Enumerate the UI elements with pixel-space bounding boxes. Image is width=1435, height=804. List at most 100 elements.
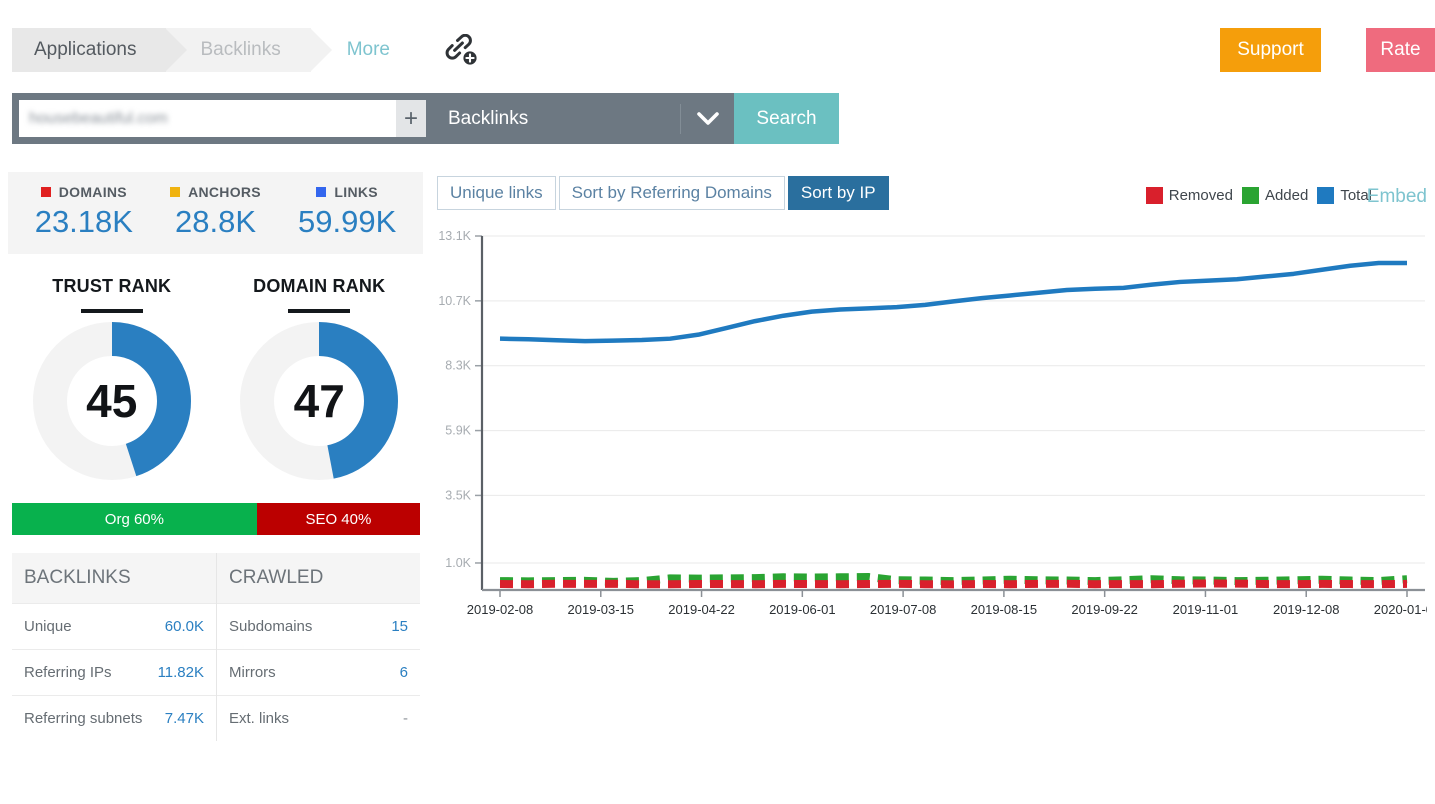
svg-text:2019-11-01: 2019-11-01 (1173, 602, 1239, 617)
svg-text:8.3K: 8.3K (445, 359, 471, 373)
stats-table: BACKLINKS Unique 60.0K Referring IPs 11.… (12, 553, 420, 741)
sort-by-referring-domains-button[interactable]: Sort by Referring Domains (558, 176, 785, 210)
metric-label: LINKS (334, 184, 378, 200)
breadcrumb-item-applications[interactable]: Applications (12, 28, 188, 72)
svg-text:2019-07-08: 2019-07-08 (870, 602, 937, 617)
chevron-down-icon[interactable] (682, 93, 734, 144)
svg-text:2020-01-09: 2020-01-09 (1374, 602, 1427, 617)
row-label: Referring IPs (24, 664, 112, 681)
rank-gauges: TRUST RANK 45 DOMAIN RANK 47 (8, 254, 423, 481)
domain-rank-gauge: DOMAIN RANK 47 (216, 276, 424, 481)
chain-link-plus-icon[interactable] (438, 28, 484, 72)
metric-label: DOMAINS (58, 184, 127, 200)
metric-value: 59.99K (298, 204, 397, 239)
rank-value: 47 (293, 375, 345, 427)
seo-share: SEO 40% (256, 503, 420, 535)
stats-header: CRAWLED (217, 553, 420, 603)
table-row: Unique 60.0K (12, 603, 216, 649)
table-row: Referring IPs 11.82K (12, 649, 216, 695)
row-label: Subdomains (229, 618, 313, 635)
breadcrumb: Applications Backlinks More (12, 28, 408, 72)
metric-value: 23.18K (34, 204, 133, 239)
row-value: - (403, 710, 408, 727)
svg-text:13.1K: 13.1K (438, 229, 471, 243)
row-label: Ext. links (229, 710, 290, 727)
unique-links-button[interactable]: Unique links (437, 176, 556, 210)
left-panel: DOMAINS 23.18K ANCHORS 28.8K LINKS 59.99… (8, 172, 423, 741)
metric-links: LINKS 59.99K (281, 184, 413, 240)
search-divider (680, 103, 681, 134)
svg-text:2019-02-08: 2019-02-08 (467, 602, 534, 617)
breadcrumb-label: Backlinks (200, 39, 281, 60)
svg-text:2019-06-01: 2019-06-01 (769, 602, 836, 617)
svg-text:1.0K: 1.0K (445, 556, 471, 570)
trust-rank-donut: 45 (32, 321, 192, 481)
svg-text:3.5K: 3.5K (445, 488, 471, 502)
breadcrumb-label: More (346, 39, 390, 60)
svg-text:5.9K: 5.9K (445, 424, 471, 438)
rank-title: DOMAIN RANK (253, 276, 386, 296)
legend-label: Added (1264, 187, 1309, 204)
links-color-swatch (316, 187, 327, 197)
top-bar: Applications Backlinks More Support Rate (0, 0, 1435, 80)
metric-anchors: ANCHORS 28.8K (150, 184, 282, 240)
svg-text:2019-04-22: 2019-04-22 (668, 602, 735, 617)
sort-by-ip-button[interactable]: Sort by IP (787, 176, 889, 210)
legend-label: Removed (1168, 187, 1233, 204)
metric-domains: DOMAINS 23.18K (18, 184, 150, 240)
row-value[interactable]: 60.0K (165, 618, 204, 635)
search-mode-label: Backlinks (448, 107, 529, 129)
total-color-swatch (1317, 187, 1335, 204)
search-bar: + Backlinks Search (12, 93, 839, 144)
chart-toolbar: Unique links Sort by Referring Domains S… (437, 176, 1427, 210)
row-value[interactable]: 7.47K (165, 710, 204, 727)
removed-color-swatch (1145, 187, 1163, 204)
backlinks-timeseries-chart: 1.0K 3.5K 5.9K 8.3K 10.7K 13.1K 2019-02-08 2019… (437, 228, 1435, 628)
chart-legend: Removed Added Total (1145, 187, 1372, 204)
table-row: Ext. links - (217, 695, 420, 741)
support-button[interactable]: Support (1220, 28, 1321, 72)
svg-text:2019-03-15: 2019-03-15 (568, 602, 635, 617)
add-domain-button[interactable]: + (396, 100, 426, 137)
stats-column-backlinks: BACKLINKS Unique 60.0K Referring IPs 11.… (12, 553, 216, 741)
metric-value: 28.8K (175, 204, 257, 239)
row-value[interactable]: 15 (391, 618, 408, 635)
legend-item-total[interactable]: Total (1317, 187, 1372, 204)
added-color-swatch (1241, 187, 1259, 204)
rate-button[interactable]: Rate (1366, 28, 1435, 72)
rank-title: TRUST RANK (52, 276, 172, 296)
row-label: Mirrors (229, 664, 276, 681)
metrics-summary: DOMAINS 23.18K ANCHORS 28.8K LINKS 59.99… (8, 172, 423, 254)
svg-text:10.7K: 10.7K (438, 294, 471, 308)
domain-rank-donut: 47 (239, 321, 399, 481)
svg-text:2019-09-22: 2019-09-22 (1071, 602, 1138, 617)
table-row: Subdomains 15 (217, 603, 420, 649)
trust-rank-gauge: TRUST RANK 45 (8, 276, 216, 481)
search-input[interactable] (19, 100, 396, 137)
row-value[interactable]: 6 (400, 664, 408, 681)
rank-underline (288, 309, 351, 313)
chart-area: Unique links Sort by Referring Domains S… (437, 176, 1435, 646)
search-button[interactable]: Search (734, 93, 839, 144)
org-seo-split-bar: Org 60% SEO 40% (12, 503, 420, 535)
legend-item-added[interactable]: Added (1241, 187, 1309, 204)
embed-link[interactable]: Embed (1367, 186, 1427, 208)
breadcrumb-item-backlinks[interactable]: Backlinks (166, 28, 332, 72)
stats-header: BACKLINKS (12, 553, 216, 603)
table-row: Mirrors 6 (217, 649, 420, 695)
rank-underline (80, 309, 143, 313)
stats-column-crawled: CRAWLED Subdomains 15 Mirrors 6 Ext. lin… (216, 553, 420, 741)
domains-color-swatch (40, 187, 51, 197)
svg-text:2019-08-15: 2019-08-15 (971, 602, 1038, 617)
row-label: Referring subnets (24, 710, 143, 727)
search-input-wrapper (19, 100, 396, 137)
rank-value: 45 (86, 375, 138, 427)
legend-item-removed[interactable]: Removed (1145, 187, 1233, 204)
table-row: Referring subnets 7.47K (12, 695, 216, 741)
row-value[interactable]: 11.82K (158, 664, 204, 681)
breadcrumb-label: Applications (34, 39, 137, 60)
row-label: Unique (24, 618, 72, 635)
svg-text:2019-12-08: 2019-12-08 (1273, 602, 1340, 617)
anchors-color-swatch (170, 187, 181, 197)
org-share: Org 60% (12, 503, 257, 535)
